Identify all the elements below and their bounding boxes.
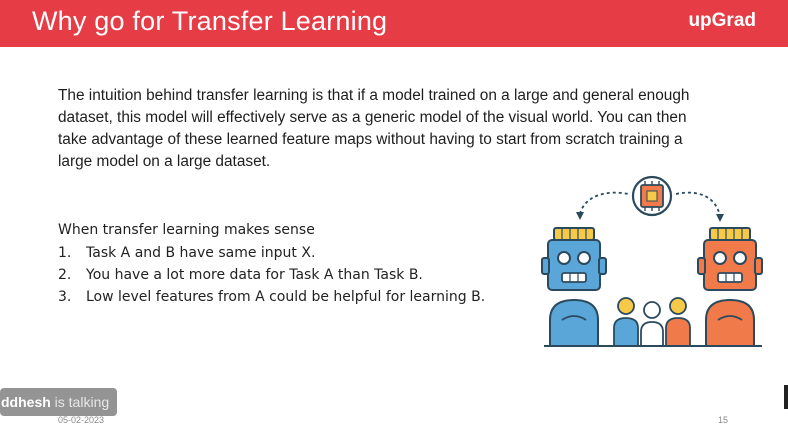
list-item-text: Low level features from A could be helpf… — [86, 289, 486, 305]
small-figures — [613, 297, 691, 345]
intro-paragraph: The intuition behind transfer learning i… — [58, 87, 690, 170]
window-edge — [784, 385, 788, 409]
list-item: 3. Low level features from A could be hel… — [58, 286, 485, 308]
list-item-text: Task A and B have same input X. — [86, 245, 316, 261]
slide: Why go for Transfer Learning upGrad The … — [0, 0, 788, 439]
robots-transfer-illustration — [541, 175, 763, 347]
robot-right — [697, 227, 763, 345]
page-number: 15 — [718, 415, 729, 425]
speaker-status: is talking — [50, 394, 110, 410]
criteria-list: 1. Task A and B have same input X. 2. You … — [58, 242, 485, 308]
chip-icon — [631, 175, 673, 217]
footer-date: 05-02-2023 — [58, 415, 105, 425]
list-item-text: You have a lot more data for Task A than… — [86, 267, 423, 283]
title-bar: Why go for Transfer Learning upGrad — [0, 0, 788, 47]
list-item: 1. Task A and B have same input X. — [58, 242, 485, 264]
slide-title: Why go for Transfer Learning — [32, 6, 388, 36]
list-item-number: 3. — [58, 289, 72, 305]
list-item: 2. You have a lot more data for Task A th… — [58, 264, 485, 286]
speaker-indicator: ddhesh is talking — [0, 388, 117, 416]
speaker-name: ddhesh — [1, 394, 51, 410]
list-item-number: 2. — [58, 267, 72, 283]
list-item-number: 1. — [58, 245, 72, 261]
section-heading: When transfer learning makes sense — [58, 222, 315, 238]
brand-logo: upGrad — [688, 10, 756, 31]
robot-left — [541, 227, 607, 345]
